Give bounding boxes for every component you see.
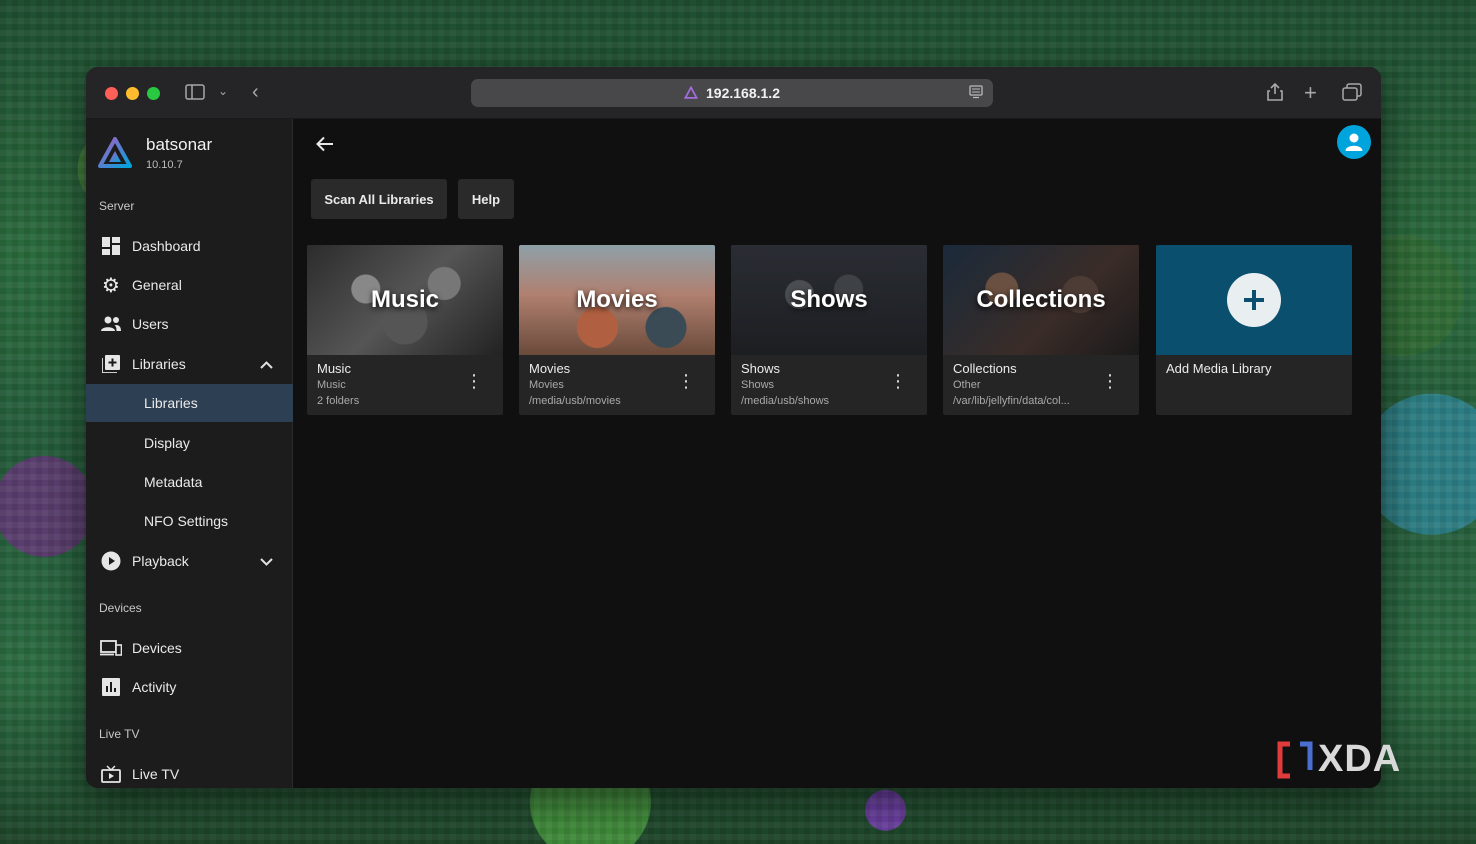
library-add-icon xyxy=(100,353,122,375)
thumbnail-title: Movies xyxy=(576,286,658,313)
play-circle-icon xyxy=(100,550,122,572)
admin-sidebar: batsonar 10.10.7 Server Dashboard ⚙ Gene… xyxy=(86,119,293,788)
jellyfin-favicon-icon xyxy=(684,86,699,99)
zoom-window-button[interactable] xyxy=(147,87,160,100)
activity-chart-icon xyxy=(100,676,122,698)
sidebar-toggle-icon[interactable] xyxy=(185,84,205,103)
section-header-devices: Devices xyxy=(99,601,142,615)
sidebar-item-label: General xyxy=(132,277,182,293)
library-path: 2 folders xyxy=(317,395,360,407)
sidebar-item-dashboard[interactable]: Dashboard xyxy=(86,227,293,265)
library-name: Music xyxy=(317,361,351,376)
jellyfin-logo-icon xyxy=(98,137,132,168)
sidebar-item-libraries[interactable]: Libraries xyxy=(86,345,293,383)
browser-back-icon[interactable]: ‹ xyxy=(252,82,259,102)
library-thumbnail[interactable]: Movies xyxy=(519,245,715,355)
sidebar-subitem-nfo-settings[interactable]: NFO Settings xyxy=(86,502,293,540)
sidebar-subitem-display[interactable]: Display xyxy=(86,424,293,462)
add-library-tile[interactable] xyxy=(1156,245,1352,355)
share-icon[interactable] xyxy=(1266,82,1284,105)
thumbnail-title: Shows xyxy=(790,286,868,313)
library-thumbnail[interactable]: Music xyxy=(307,245,503,355)
sidebar-item-playback[interactable]: Playback xyxy=(86,542,293,580)
sidebar-item-users[interactable]: Users xyxy=(86,305,293,343)
main-content: Scan All Libraries Help Music Music Musi… xyxy=(294,119,1381,788)
library-type: Other xyxy=(953,379,981,391)
watermark-text: XDA xyxy=(1318,738,1402,780)
library-type: Shows xyxy=(741,379,775,391)
server-name: batsonar xyxy=(146,135,213,154)
sidebar-subitem-metadata[interactable]: Metadata xyxy=(86,463,293,501)
gear-icon: ⚙ xyxy=(102,274,120,297)
thumbnail-title: Music xyxy=(370,286,439,313)
user-avatar[interactable] xyxy=(1337,125,1371,159)
devices-icon xyxy=(100,637,122,659)
more-vertical-icon[interactable]: ⋮ xyxy=(1101,372,1119,390)
library-name: Collections xyxy=(953,361,1017,376)
more-vertical-icon[interactable]: ⋮ xyxy=(677,372,695,390)
chevron-down-icon[interactable]: ⌄ xyxy=(218,85,228,97)
sidebar-item-livetv[interactable]: Live TV xyxy=(86,755,293,788)
library-path: /media/usb/movies xyxy=(529,395,621,407)
sidebar-item-label: Devices xyxy=(132,640,182,656)
chevron-down-icon[interactable] xyxy=(260,554,273,569)
xda-logo-icon xyxy=(1277,741,1313,778)
sidebar-item-label: Dashboard xyxy=(132,238,201,254)
back-arrow-icon[interactable] xyxy=(316,132,334,158)
new-tab-icon[interactable]: + xyxy=(1304,82,1317,104)
users-icon xyxy=(100,313,122,335)
browser-titlebar: ⌄ ‹ 192.168.1.2 + xyxy=(86,67,1381,119)
sidebar-item-label: Playback xyxy=(132,553,189,569)
browser-window: ⌄ ‹ 192.168.1.2 + batsonar 10.10.7 Serve… xyxy=(86,67,1381,788)
more-vertical-icon[interactable]: ⋮ xyxy=(889,372,907,390)
reader-mode-icon[interactable] xyxy=(969,85,983,102)
address-bar[interactable]: 192.168.1.2 xyxy=(471,79,993,107)
live-tv-icon xyxy=(100,763,122,785)
library-thumbnail[interactable]: Shows xyxy=(731,245,927,355)
xda-watermark: XDA xyxy=(1276,738,1401,781)
more-vertical-icon[interactable]: ⋮ xyxy=(465,372,483,390)
sidebar-item-label: Live TV xyxy=(132,766,180,782)
library-path: /media/usb/shows xyxy=(741,395,830,407)
library-card[interactable]: Collections Collections Other /var/lib/j… xyxy=(943,245,1139,415)
url-text: 192.168.1.2 xyxy=(706,85,780,101)
section-header-server: Server xyxy=(99,199,135,213)
sidebar-item-general[interactable]: ⚙ General xyxy=(86,266,293,304)
sidebar-item-label: Users xyxy=(132,316,169,332)
library-name: Shows xyxy=(741,361,781,376)
library-card[interactable]: Music Music Music 2 folders ⋮ xyxy=(307,245,503,415)
library-thumbnail[interactable]: Collections xyxy=(943,245,1139,355)
sidebar-item-activity[interactable]: Activity xyxy=(86,668,293,706)
library-type: Movies xyxy=(529,379,564,391)
server-brand[interactable]: batsonar 10.10.7 xyxy=(98,135,212,171)
minimize-window-button[interactable] xyxy=(126,87,139,100)
server-version: 10.10.7 xyxy=(146,159,183,171)
close-window-button[interactable] xyxy=(105,87,118,100)
sidebar-item-label: Activity xyxy=(132,679,177,695)
plus-circle-icon xyxy=(1227,273,1281,327)
library-name: Movies xyxy=(529,361,571,376)
sidebar-item-label: Libraries xyxy=(132,356,186,372)
scan-all-libraries-button[interactable]: Scan All Libraries xyxy=(311,179,447,219)
thumbnail-title: Collections xyxy=(976,286,1106,313)
help-button[interactable]: Help xyxy=(458,179,514,219)
tab-overview-icon[interactable] xyxy=(1342,83,1362,104)
add-library-label: Add Media Library xyxy=(1166,361,1272,376)
library-card[interactable]: Movies Movies Movies /media/usb/movies ⋮ xyxy=(519,245,715,415)
chevron-up-icon[interactable] xyxy=(260,357,273,372)
library-type: Music xyxy=(317,379,346,391)
library-card[interactable]: Shows Shows Shows /media/usb/shows ⋮ xyxy=(731,245,927,415)
sidebar-item-devices[interactable]: Devices xyxy=(86,629,293,667)
section-header-livetv: Live TV xyxy=(99,727,140,741)
sidebar-subitem-libraries[interactable]: Libraries xyxy=(86,384,293,422)
library-path: /var/lib/jellyfin/data/col... xyxy=(953,395,1070,407)
dashboard-icon xyxy=(100,235,122,257)
user-icon xyxy=(1345,133,1363,151)
add-media-library-card[interactable]: Add Media Library xyxy=(1156,245,1352,415)
